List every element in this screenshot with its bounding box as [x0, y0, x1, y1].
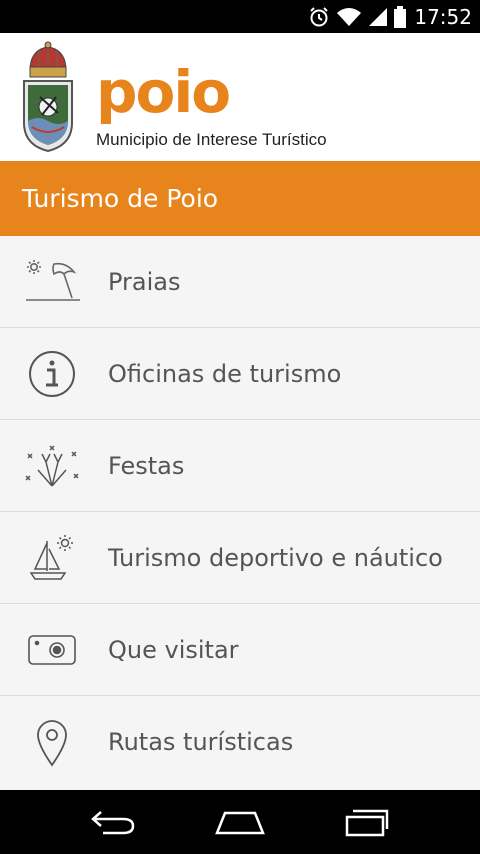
- status-clock: 17:52: [414, 4, 472, 29]
- beach-umbrella-icon: [24, 254, 80, 310]
- sailboat-icon: [24, 530, 80, 586]
- wifi-icon: [336, 7, 362, 27]
- map-pin-icon: [24, 714, 80, 770]
- recents-icon[interactable]: [337, 802, 397, 842]
- coat-of-arms-logo: [18, 41, 78, 153]
- menu-item-festas[interactable]: Festas: [0, 420, 480, 512]
- fireworks-icon: [24, 438, 80, 494]
- menu-item-praias[interactable]: Praias: [0, 236, 480, 328]
- menu-item-que-visitar[interactable]: Que visitar: [0, 604, 480, 696]
- back-icon[interactable]: [83, 802, 143, 842]
- menu-item-rutas[interactable]: Rutas turísticas: [0, 696, 480, 788]
- menu-item-oficinas[interactable]: Oficinas de turismo: [0, 328, 480, 420]
- info-icon: [24, 346, 80, 402]
- alarm-icon: [308, 6, 330, 28]
- menu-item-label: Rutas turísticas: [108, 728, 294, 756]
- title-bar: Turismo de Poio: [0, 161, 480, 236]
- signal-icon: [368, 7, 388, 27]
- status-icons: [308, 5, 407, 28]
- menu-item-label: Festas: [108, 451, 185, 480]
- system-nav-bar: [0, 790, 480, 854]
- poio-wordmark: poio: [96, 58, 231, 126]
- header-subtitle: Municipio de Interese Turístico: [96, 130, 327, 149]
- menu-item-label: Que visitar: [108, 635, 239, 664]
- battery-icon: [394, 5, 407, 28]
- menu-item-deportivo[interactable]: Turismo deportivo e náutico: [0, 512, 480, 604]
- menu-item-label: Oficinas de turismo: [108, 359, 342, 388]
- home-icon[interactable]: [210, 802, 270, 842]
- page-title: Turismo de Poio: [22, 184, 219, 213]
- main-menu: Praias Oficinas de turismo Festas Turism…: [0, 236, 480, 790]
- app-header: poio Municipio de Interese Turístico: [0, 33, 480, 161]
- status-bar: 17:52: [0, 0, 480, 33]
- camera-icon: [24, 622, 80, 678]
- menu-item-label: Turismo deportivo e náutico: [108, 543, 443, 572]
- menu-item-label: Praias: [108, 267, 181, 296]
